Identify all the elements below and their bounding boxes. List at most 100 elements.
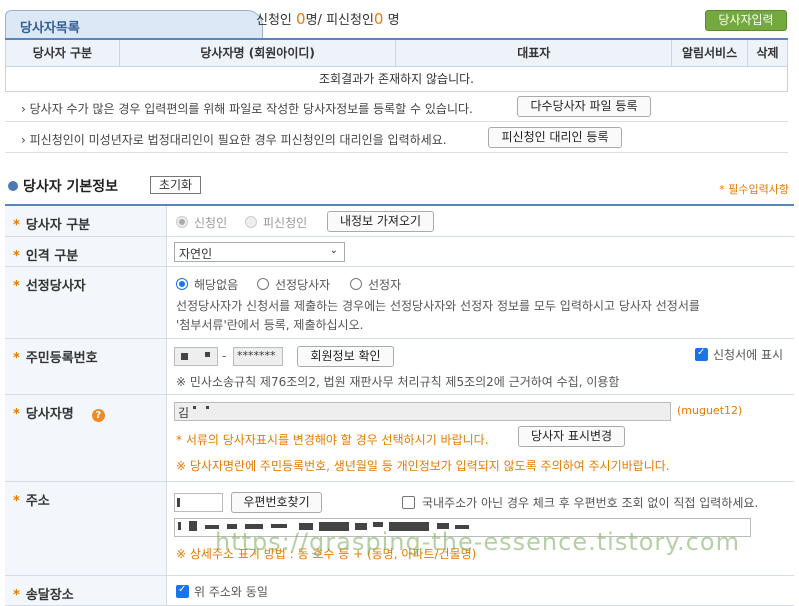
radio-designated-party-label: 선정당사자 <box>275 278 331 292</box>
party-form: * 당사자 구분 신청인 피신청인 내정보 가져오기 * 인격 구분 자연인 ⌄ *… <box>5 204 794 606</box>
masked-text <box>373 522 383 527</box>
label-text: 당사자 구분 <box>25 218 91 233</box>
fetch-my-info-button[interactable]: 내정보 가져오기 <box>327 211 434 232</box>
row-party-type: * 당사자 구분 신청인 피신청인 내정보 가져오기 <box>5 206 794 237</box>
table-row: 조회결과가 존재하지 않습니다. <box>5 65 788 92</box>
section-title: 당사자 기본정보 <box>8 176 118 196</box>
label-text: 인격 구분 <box>25 249 79 264</box>
label-text: 당사자명 <box>25 407 74 422</box>
row-designated: * 선정당사자 해당없음 선정당사자 선정자 선정당사자가 신청서를 제출하는 경… <box>5 267 794 339</box>
chevron-down-icon: ⌄ <box>329 245 338 256</box>
masked-text <box>193 406 196 409</box>
help-icon[interactable]: ? <box>91 409 105 422</box>
notice-agent: › 피신청인이 미성년자로 법정대리인이 필요한 경우 피신청인의 대리인을 입… <box>5 123 788 153</box>
label-resident-number: * 주민등록번호 <box>5 339 167 394</box>
radio-designator[interactable] <box>350 278 362 290</box>
non-applicant-label: 피신청인 <box>326 13 374 28</box>
party-counts: 신청인 0명/ 피신청인0 명 <box>256 9 400 28</box>
masked-text <box>178 522 181 530</box>
masked-text <box>181 353 188 360</box>
person-type-select[interactable]: 자연인 ⌄ <box>174 242 345 262</box>
applicant-label: 신청인 <box>256 13 292 28</box>
notice-text-body: 당사자 수가 많은 경우 입력편의를 위해 파일로 작성한 당사자정보를 등록할… <box>29 102 473 116</box>
label-party-name: * 당사자명 ? <box>5 395 167 481</box>
party-name-change-note: * 서류의 당사자표시를 변경해야 할 경우 선택하시기 바랍니다. <box>176 433 489 447</box>
radio-non-applicant[interactable] <box>245 216 257 228</box>
resident-number-front-input[interactable] <box>174 347 218 366</box>
row-person-type: * 인격 구분 자연인 ⌄ <box>5 237 794 267</box>
foreign-address-label: 국내주소가 아닌 경우 체크 후 우편번호 조회 없이 직접 입력하세요. <box>422 496 759 510</box>
add-party-button[interactable]: 당사자입력 <box>705 10 787 31</box>
zipcode-input[interactable] <box>174 493 223 512</box>
masked-text <box>177 498 180 507</box>
same-address-checkbox[interactable] <box>176 584 189 598</box>
same-address-label: 위 주소와 동일 <box>194 585 268 599</box>
notice-bulk-upload: › 당사자 수가 많은 경우 입력편의를 위해 파일로 작성한 당사자정보를 등… <box>5 92 788 122</box>
label-party-type: * 당사자 구분 <box>5 206 167 236</box>
label-text: 주소 <box>25 494 50 509</box>
radio-non-applicant-label: 피신청인 <box>263 216 308 230</box>
show-on-application-checkbox[interactable] <box>695 347 708 361</box>
label-delivery: * 송달장소 <box>5 576 167 605</box>
party-list-table: 당사자 구분 당사자명 (회원아이디) 대표자 알림서비스 삭제 조회결과가 존… <box>5 38 788 92</box>
column-header: 당사자 구분 <box>5 38 120 67</box>
row-party-name: * 당사자명 ? 김 (muguet12) * 서류의 당사자표시를 변경해야 할… <box>5 395 794 482</box>
label-designated: * 선정당사자 <box>5 267 167 338</box>
bullet-icon <box>8 181 18 191</box>
required-note: * 필수입력사항 <box>719 183 789 196</box>
designated-description: '첨부서류'란에서 등록, 제출하십시오. <box>176 318 364 332</box>
value-cell: 자연인 ⌄ <box>172 237 794 266</box>
count-unit: 명 <box>387 13 400 28</box>
change-party-display-button[interactable]: 당사자 표시변경 <box>518 426 625 447</box>
radio-none[interactable] <box>176 278 188 290</box>
column-header: 알림서비스 <box>671 38 748 67</box>
value-cell: 김 (muguet12) * 서류의 당사자표시를 변경해야 할 경우 선택하시… <box>172 395 794 481</box>
value-cell: 해당없음 선정당사자 선정자 선정당사자가 신청서를 제출하는 경우에는 선정당… <box>172 267 794 338</box>
tab-party-list[interactable]: 당사자목록 <box>5 10 263 38</box>
radio-designated-party[interactable] <box>257 278 269 290</box>
value-cell: 위 주소와 동일 <box>172 576 794 605</box>
value-cell: - ******* 회원정보 확인 신청서에 표시 ※ 민사소송규칙 제76조의… <box>172 339 794 394</box>
column-header: 삭제 <box>747 38 788 67</box>
radio-applicant[interactable] <box>176 216 188 228</box>
value-cell: 신청인 피신청인 내정보 가져오기 <box>172 206 794 236</box>
column-header: 당사자명 (회원아이디) <box>118 38 397 67</box>
row-delivery: *송달장소 위 주소와 동일 <box>5 576 794 606</box>
notice-text: › 피신청인이 미성년자로 법정대리인이 필요한 경우 피신청인의 대리인을 입… <box>21 133 447 147</box>
masked-text <box>205 352 210 357</box>
label-address: * 주소 <box>5 482 167 575</box>
masked-text <box>189 521 197 531</box>
column-header: 대표자 <box>395 38 673 67</box>
empty-message: 조회결과가 존재하지 않습니다. <box>5 65 788 92</box>
masked-text <box>206 406 209 409</box>
show-on-application-label: 신청서에 표시 <box>713 348 784 362</box>
member-id: (muguet12) <box>677 404 743 417</box>
designated-description: 선정당사자가 신청서를 제출하는 경우에는 선정당사자와 선정자 정보를 모두 … <box>176 299 700 313</box>
non-applicant-count: 0 <box>373 10 384 28</box>
applicant-count: 0 <box>296 10 306 28</box>
label-person-type: * 인격 구분 <box>5 237 167 266</box>
party-name-warning: ※ 당사자명란에 주민등록번호, 생년월일 등 개인정보가 입력되지 않도록 주… <box>176 459 670 473</box>
row-resident-number: *주민등록번호 - ******* 회원정보 확인 신청서에 표시 ※ 민사소송… <box>5 339 794 395</box>
label-text: 주민등록번호 <box>25 351 98 366</box>
reset-button[interactable]: 초기화 <box>150 176 201 194</box>
section-title-text: 당사자 기본정보 <box>23 179 119 195</box>
radio-none-label: 해당없음 <box>194 278 239 292</box>
party-name-value: 김 <box>178 406 190 420</box>
select-value: 자연인 <box>179 247 213 261</box>
party-name-input[interactable]: 김 <box>174 402 671 421</box>
resident-number-back-input[interactable]: ******* <box>233 347 283 366</box>
bulk-file-upload-button[interactable]: 다수당사자 파일 등록 <box>517 96 651 117</box>
radio-designator-label: 선정자 <box>368 278 402 292</box>
label-text: 송달장소 <box>25 588 74 603</box>
zipcode-search-button[interactable]: 우편번호찾기 <box>231 492 322 513</box>
notice-text-body: 피신청인이 미성년자로 법정대리인이 필요한 경우 피신청인의 대리인을 입력하… <box>29 133 447 147</box>
agent-register-button[interactable]: 피신청인 대리인 등록 <box>488 127 622 148</box>
count-unit: 명/ <box>305 13 322 28</box>
verify-member-button[interactable]: 회원정보 확인 <box>297 346 394 367</box>
label-text: 선정당사자 <box>25 279 86 294</box>
radio-applicant-label: 신청인 <box>194 216 228 230</box>
table-header-row: 당사자 구분 당사자명 (회원아이디) 대표자 알림서비스 삭제 <box>5 38 788 67</box>
foreign-address-checkbox[interactable] <box>402 496 415 509</box>
top-bar: 당사자목록 신청인 0명/ 피신청인0 명 당사자입력 <box>0 0 799 40</box>
